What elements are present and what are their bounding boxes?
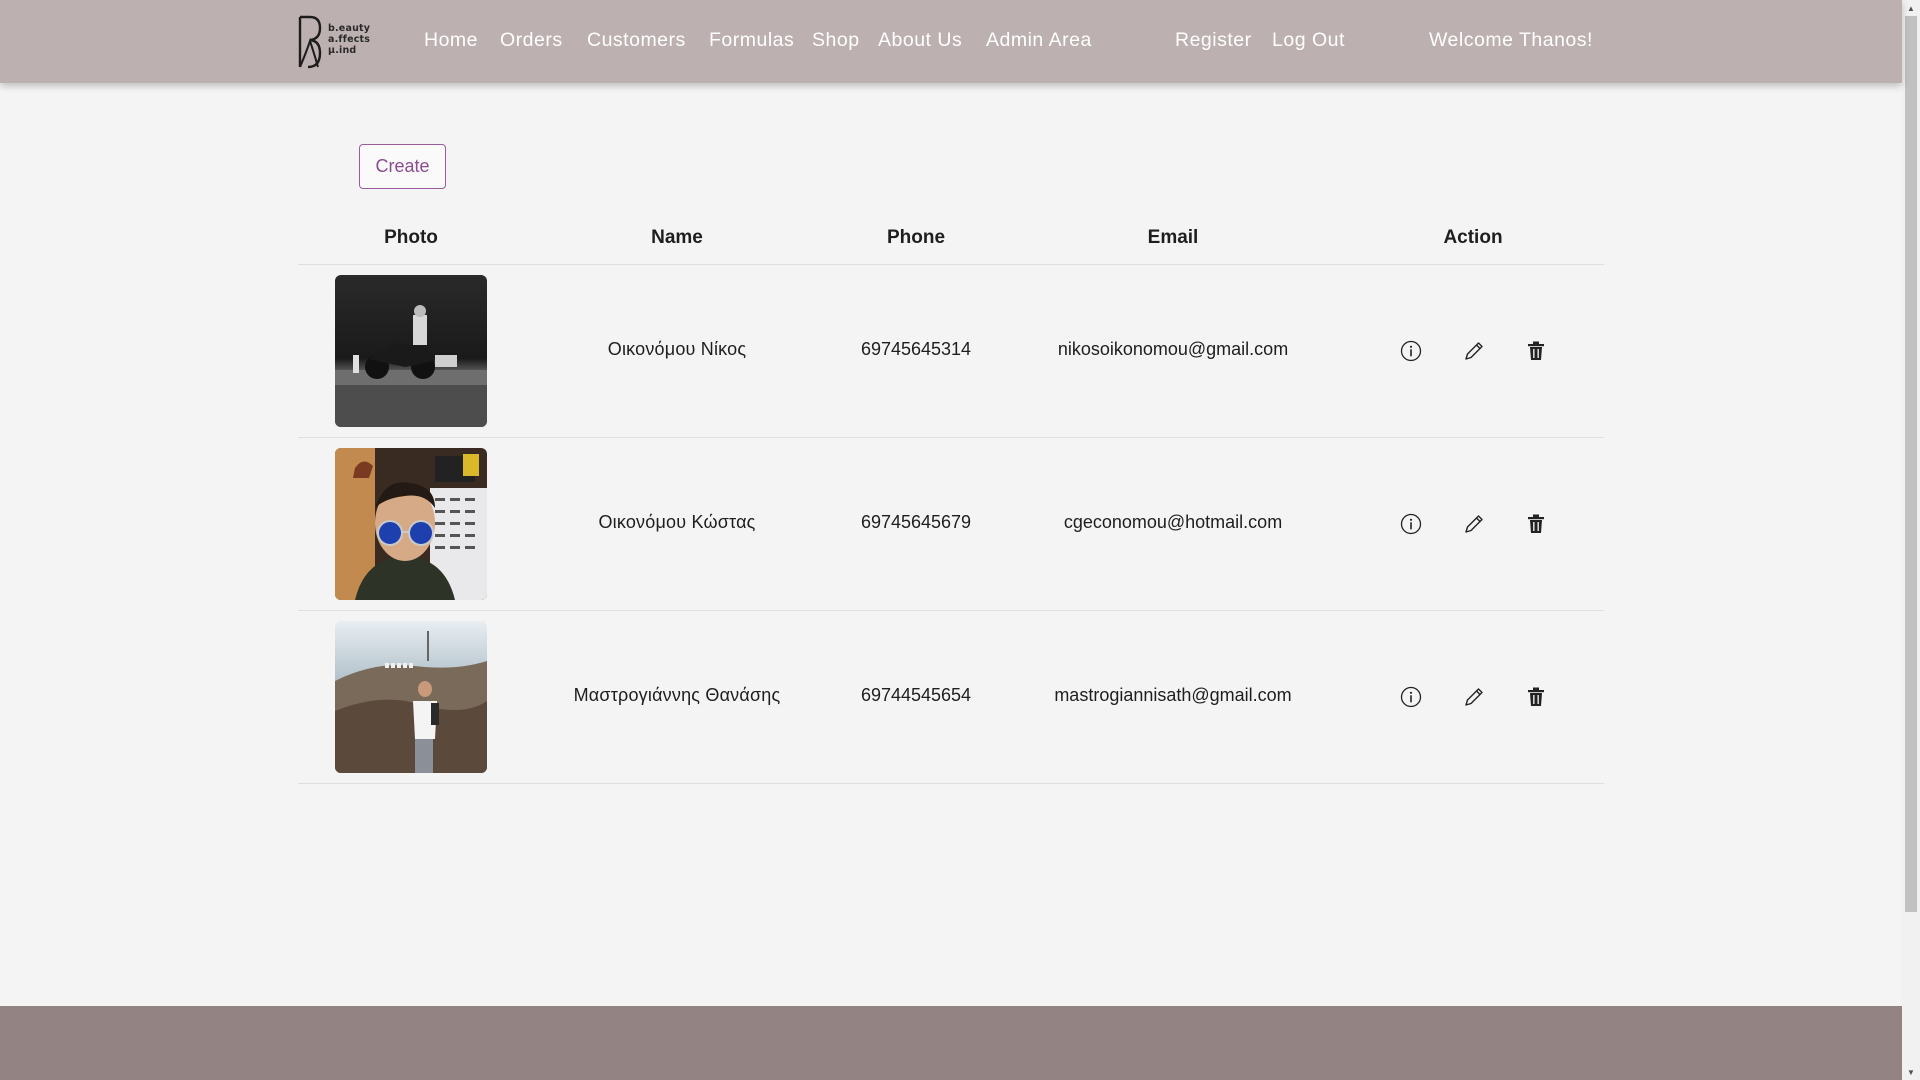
trash-icon[interactable]: [1523, 684, 1549, 710]
vertical-scrollbar[interactable]: ▲ ▼: [1902, 0, 1920, 1080]
scroll-down-arrow-icon[interactable]: ▼: [1902, 1064, 1920, 1080]
customer-phone: 69745645679: [860, 512, 972, 532]
customer-phone: 69745645314: [860, 339, 972, 359]
table-row: Οικονόμου Κώστας 69745645679 cgeconomou@…: [298, 438, 1604, 611]
logo-mark-icon: [298, 15, 322, 69]
table-header: Photo Name Phone Email Action: [298, 212, 1604, 265]
top-navbar: b.eauty a.ffects µ.ind Home Orders Custo…: [0, 0, 1902, 83]
nav-home-link[interactable]: Home: [424, 29, 478, 52]
customer-photo: [335, 448, 487, 600]
header-phone: Phone: [886, 227, 946, 248]
create-button[interactable]: Create: [359, 144, 446, 189]
trash-icon[interactable]: [1523, 338, 1549, 364]
brand-logo[interactable]: b.eauty a.ffects µ.ind: [296, 15, 376, 71]
header-email: Email: [1147, 227, 1199, 248]
customer-name: Μαστρογιάννης Θανάσης: [573, 685, 781, 705]
logo-line: a.ffects: [328, 34, 371, 45]
logo-line: b.eauty: [328, 23, 371, 34]
nav-shop-link[interactable]: Shop: [812, 29, 860, 52]
nav-admin-link[interactable]: Admin Area: [986, 29, 1092, 52]
customer-email: cgeconomou@hotmail.com: [1063, 512, 1283, 532]
nav-register-link[interactable]: Register: [1175, 29, 1252, 52]
scrollbar-thumb[interactable]: [1905, 16, 1917, 912]
nav-customers-link[interactable]: Customers: [587, 29, 686, 52]
customers-table: Photo Name Phone Email Action Οικονόμου …: [298, 212, 1604, 784]
nav-about-link[interactable]: About Us: [878, 29, 962, 52]
table-row: Μαστρογιάννης Θανάσης 69744545654 mastro…: [298, 611, 1604, 784]
table-row: Οικονόμου Νίκος 69745645314 nikosoikonom…: [298, 265, 1604, 438]
welcome-message: Welcome Thanos!: [1429, 29, 1593, 51]
pencil-icon[interactable]: [1461, 511, 1487, 537]
info-icon[interactable]: [1398, 338, 1424, 364]
customer-email: nikosoikonomou@gmail.com: [1057, 339, 1289, 359]
customer-email: mastrogiannisath@gmail.com: [1054, 685, 1292, 705]
pencil-icon[interactable]: [1461, 338, 1487, 364]
page-footer: [0, 1006, 1902, 1080]
customer-name: Οικονόμου Κώστας: [598, 512, 756, 532]
customer-name: Οικονόμου Νίκος: [607, 339, 747, 359]
info-icon[interactable]: [1398, 684, 1424, 710]
info-icon[interactable]: [1398, 511, 1424, 537]
customer-photo: [335, 621, 487, 773]
header-photo: Photo: [384, 227, 438, 248]
logo-text: b.eauty a.ffects µ.ind: [328, 23, 370, 56]
nav-formulas-link[interactable]: Formulas: [709, 29, 794, 52]
header-name: Name: [651, 227, 703, 248]
customer-phone: 69744545654: [860, 685, 972, 705]
trash-icon[interactable]: [1523, 511, 1549, 537]
header-action: Action: [1443, 227, 1503, 248]
pencil-icon[interactable]: [1461, 684, 1487, 710]
nav-orders-link[interactable]: Orders: [500, 29, 563, 52]
nav-logout-link[interactable]: Log Out: [1272, 29, 1345, 52]
logo-line: µ.ind: [328, 45, 357, 56]
customer-photo: [335, 275, 487, 427]
scroll-up-arrow-icon[interactable]: ▲: [1902, 0, 1920, 16]
